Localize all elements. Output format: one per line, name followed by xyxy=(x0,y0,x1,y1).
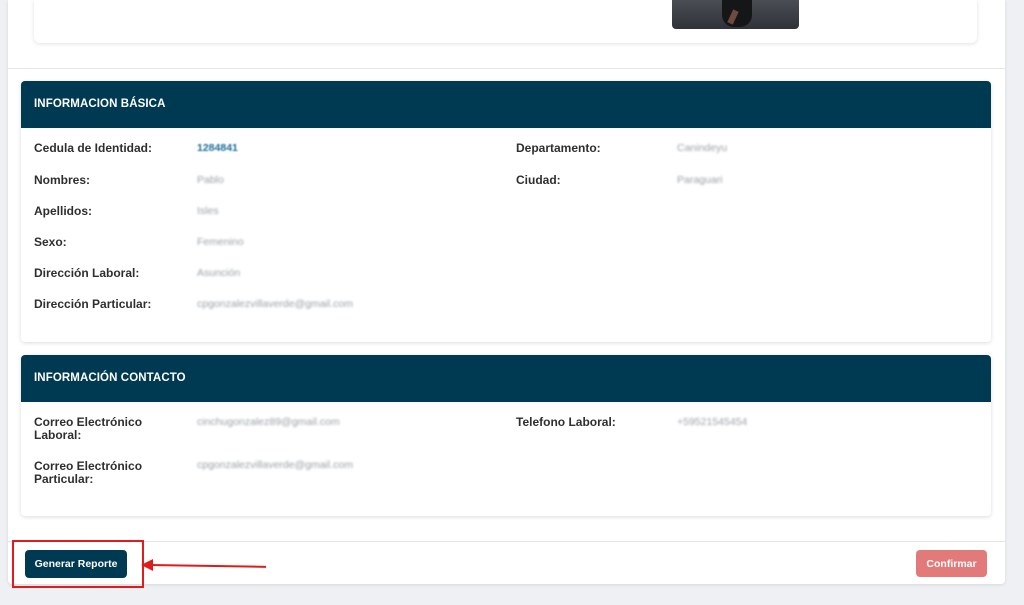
footer-divider xyxy=(8,541,1005,542)
nombres-value: Pablo xyxy=(197,174,224,186)
correo-particular-label-line2: Particular: xyxy=(34,472,94,486)
annotation-arrow-head xyxy=(141,559,153,571)
divider xyxy=(8,68,1005,69)
correo-laboral-label-line1: Correo Electrónico xyxy=(34,415,143,429)
correo-particular-value: cpgonzalezvillaverde@gmail.com xyxy=(197,459,353,471)
ciudad-label: Ciudad: xyxy=(516,173,561,187)
nombres-label: Nombres: xyxy=(34,173,91,187)
correo-laboral-label: Correo Electrónico Laboral: xyxy=(34,416,142,442)
cedula-label: Cedula de Identidad: xyxy=(34,141,153,155)
profile-card xyxy=(34,0,977,43)
cedula-value[interactable]: 1284841 xyxy=(197,142,238,154)
sexo-label: Sexo: xyxy=(34,235,67,249)
telefono-laboral-label: Telefono Laboral: xyxy=(516,415,616,429)
direccion-laboral-value: Asunción xyxy=(197,267,241,279)
ciudad-value: Paraguari xyxy=(677,174,723,186)
correo-particular-label: Correo Electrónico Particular: xyxy=(34,460,142,486)
correo-particular-label-line1: Correo Electrónico xyxy=(34,459,143,473)
telefono-laboral-value: +59521545454 xyxy=(677,416,748,428)
apellidos-label: Apellidos: xyxy=(34,204,93,218)
direccion-laboral-label: Dirección Laboral: xyxy=(34,266,140,280)
apellidos-value: Isles xyxy=(197,205,219,217)
departamento-label: Departamento: xyxy=(516,141,601,155)
contact-info-title: INFORMACIÓN CONTACTO xyxy=(21,355,991,402)
basic-info-title: INFORMACION BÁSICA xyxy=(21,81,991,128)
direccion-particular-value: cpgonzalezvillaverde@gmail.com xyxy=(197,298,353,310)
profile-photo xyxy=(672,0,799,29)
correo-laboral-value: cinchugonzalez89@gmail.com xyxy=(197,416,340,428)
sexo-value: Femenino xyxy=(197,236,244,248)
correo-laboral-label-line2: Laboral: xyxy=(34,428,82,442)
contact-info-section: INFORMACIÓN CONTACTO Correo Electrónico … xyxy=(21,355,991,516)
basic-info-section: INFORMACION BÁSICA Cedula de Identidad: … xyxy=(21,81,991,342)
direccion-particular-label: Dirección Particular: xyxy=(34,297,152,311)
departamento-value: Canindeyu xyxy=(677,142,728,154)
confirm-button[interactable]: Confirmar xyxy=(916,550,987,577)
annotation-highlight-box xyxy=(12,540,144,588)
